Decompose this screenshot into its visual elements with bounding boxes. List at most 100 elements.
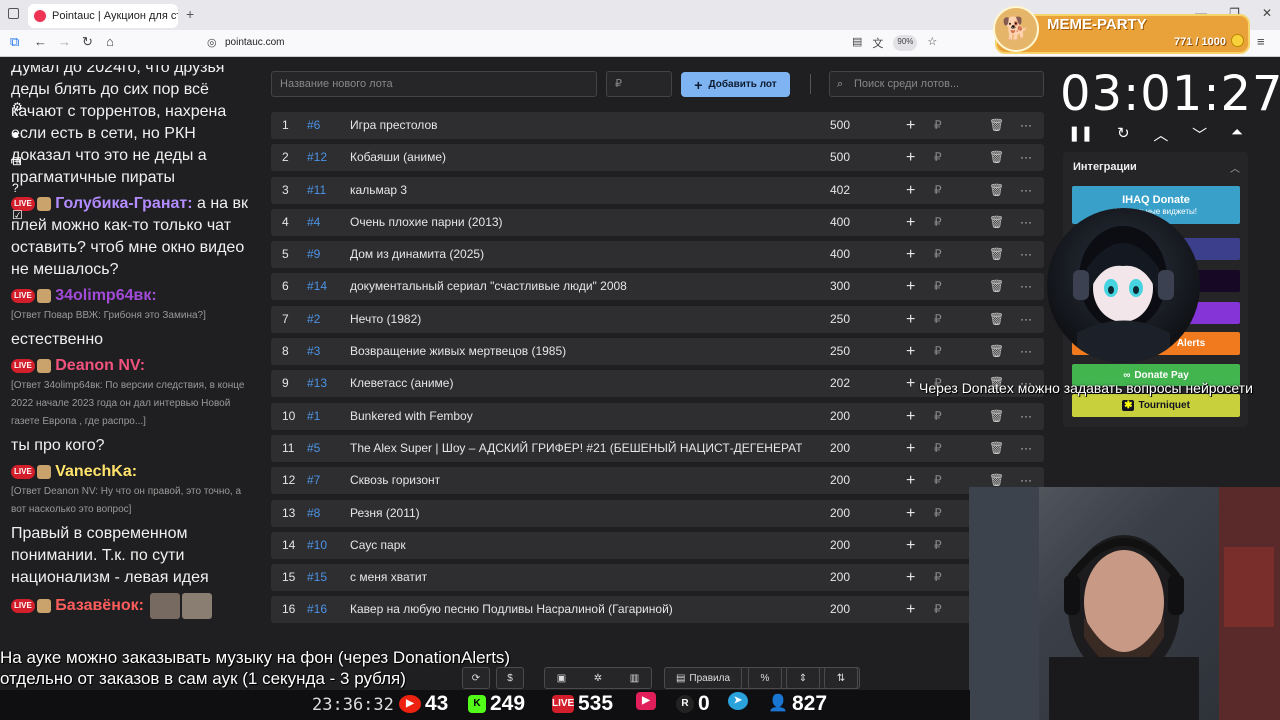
currency-icon[interactable]: ₽ <box>934 564 942 591</box>
more-options-icon[interactable]: ··· <box>1020 306 1032 333</box>
reader-view-icon[interactable]: ▤ <box>852 35 862 51</box>
lot-amount[interactable]: 200 <box>830 532 850 559</box>
more-options-icon[interactable]: ··· <box>1020 435 1032 462</box>
currency-icon[interactable]: ₽ <box>934 306 942 333</box>
site-info-icon[interactable]: ◎ <box>207 36 217 49</box>
delete-lot-icon[interactable]: 🗑 <box>989 306 1004 333</box>
lot-row[interactable]: 7 #2 Нечто (1982) 250 + ₽ 🗑 ··· <box>271 305 1044 333</box>
lot-name[interactable]: The Alex Super | Шоу – АДСКИЙ ГРИФЕР! #2… <box>350 435 802 462</box>
currency-icon[interactable]: ₽ <box>934 338 942 365</box>
lot-row[interactable]: 8 #3 Возвращение живых мертвецов (1985) 250… <box>271 338 1044 366</box>
sync-button[interactable]: ⟳ <box>462 667 490 689</box>
lot-row[interactable]: 5 #9 Дом из динамита (2025) 400 + ₽ 🗑 ··· <box>271 241 1044 269</box>
chat-username[interactable]: Базавёнок <box>55 597 138 614</box>
lot-row[interactable]: 3 #11 кальмар 3 402 + ₽ 🗑 ··· <box>271 176 1044 204</box>
lot-search-input[interactable]: ⌕ Поиск среди лотов... <box>829 71 1044 97</box>
lot-row[interactable]: 14#10Саус парк200+₽🗑··· <box>271 531 1044 559</box>
donate-button[interactable]: $ <box>496 667 524 689</box>
lot-id[interactable]: #4 <box>307 209 320 236</box>
more-options-icon[interactable]: ··· <box>1020 209 1032 236</box>
lot-id[interactable]: #7 <box>307 467 320 494</box>
chat-username[interactable]: Голубика-Гранат <box>55 195 187 212</box>
chat-username[interactable]: Deanon NV <box>55 357 139 374</box>
lot-amount[interactable]: 250 <box>830 306 850 333</box>
currency-icon[interactable]: ₽ <box>934 112 942 139</box>
more-options-icon[interactable]: ··· <box>1020 338 1032 365</box>
lot-amount[interactable]: 202 <box>830 370 850 397</box>
more-options-icon[interactable]: ··· <box>1020 144 1032 171</box>
chat-username[interactable]: VanechKa <box>55 463 131 480</box>
lot-id[interactable]: #2 <box>307 306 320 333</box>
lot-row[interactable]: 15#15с меня хватит200+₽🗑··· <box>271 564 1044 592</box>
lot-row[interactable]: 16 #16 Кавер на любую песню Подливы Насрал… <box>271 596 1044 624</box>
currency-icon[interactable]: ₽ <box>934 403 942 430</box>
add-amount-icon[interactable]: + <box>906 241 915 268</box>
more-options-icon[interactable]: ··· <box>1020 273 1032 300</box>
help-icon[interactable]: ? <box>12 181 23 195</box>
lot-id[interactable]: #3 <box>307 338 320 365</box>
lot-row[interactable]: 13#8Резня (2011)200+₽🗑··· <box>271 499 1044 527</box>
lot-row[interactable]: 1 #6 Игра престолов 500 + ₽ 🗑 ··· <box>271 112 1044 139</box>
currency-icon[interactable]: ₽ <box>934 596 942 623</box>
new-tab-icon[interactable]: + <box>186 6 194 22</box>
more-options-icon[interactable]: ··· <box>1020 241 1032 268</box>
delete-lot-icon[interactable]: 🗑 <box>989 144 1004 171</box>
lot-id[interactable]: #10 <box>307 532 327 559</box>
add-amount-icon[interactable]: + <box>906 370 915 397</box>
lot-name[interactable]: Резня (2011) <box>350 500 802 527</box>
delete-lot-icon[interactable]: 🗑 <box>989 403 1004 430</box>
currency-icon[interactable]: ₽ <box>934 209 942 236</box>
lot-id[interactable]: #9 <box>307 241 320 268</box>
back-icon[interactable]: ← <box>34 34 47 49</box>
lot-amount[interactable]: 500 <box>830 112 850 139</box>
delete-lot-icon[interactable]: 🗑 <box>989 112 1004 139</box>
lot-row[interactable]: 10 #1 Bunkered with Femboy 200 + ₽ 🗑 ··· <box>271 402 1044 430</box>
lot-amount[interactable]: 500 <box>830 144 850 171</box>
lot-amount[interactable]: 200 <box>830 403 850 430</box>
menu-icon[interactable]: ≡ <box>1257 34 1265 49</box>
lot-name[interactable]: Сквозь горизонт <box>350 467 802 494</box>
add-amount-icon[interactable]: + <box>906 403 915 430</box>
lot-amount[interactable]: 200 <box>830 500 850 527</box>
tourniquet-button[interactable]: ✱ Tourniquet <box>1072 394 1240 417</box>
lot-name[interactable]: документальный сериал "счастливые люди" … <box>350 273 802 300</box>
bookmark-star-icon[interactable]: ☆ <box>927 35 937 51</box>
delete-lot-icon[interactable]: 🗑 <box>989 435 1004 462</box>
lot-id[interactable]: #14 <box>307 273 327 300</box>
lot-amount[interactable]: 250 <box>830 338 850 365</box>
forward-icon[interactable]: → <box>58 34 71 49</box>
lot-amount[interactable]: 200 <box>830 435 850 462</box>
add-amount-icon[interactable]: + <box>906 435 915 462</box>
home-icon[interactable]: ⌂ <box>106 34 114 49</box>
url-bar[interactable]: pointauc.com <box>225 37 284 48</box>
percent-button[interactable]: % <box>748 667 782 689</box>
lot-name[interactable]: Саус парк <box>350 532 802 559</box>
lot-row[interactable]: 2 #12 Кобаяши (аниме) 500 + ₽ 🗑 ··· <box>271 144 1044 172</box>
lot-name[interactable]: Клеветасс (аниме) <box>350 370 802 397</box>
chevron-up-icon[interactable]: ︿ <box>1230 160 1240 175</box>
double-up-icon[interactable]: ⏶ <box>1231 124 1243 145</box>
reload-icon[interactable]: ↻ <box>82 34 93 50</box>
more-options-icon[interactable]: ··· <box>1020 403 1032 430</box>
lot-row[interactable]: 12 #7 Сквозь горизонт 200 + ₽ 🗑 ··· <box>271 467 1044 495</box>
settings-icon[interactable]: ⚙ <box>12 100 23 114</box>
add-amount-icon[interactable]: + <box>906 273 915 300</box>
lot-id[interactable]: #16 <box>307 596 327 623</box>
add-amount-icon[interactable]: + <box>906 177 915 204</box>
add-amount-icon[interactable]: + <box>906 564 915 591</box>
add-time-icon[interactable]: ︿ <box>1153 124 1168 145</box>
lot-name[interactable]: Кавер на любую песню Подливы Насралиной … <box>350 596 802 623</box>
lot-name-input[interactable]: Название нового лота <box>271 71 597 97</box>
lot-name[interactable]: Нечто (1982) <box>350 306 802 333</box>
more-options-icon[interactable]: ··· <box>1020 177 1032 204</box>
lot-amount[interactable]: 400 <box>830 241 850 268</box>
lot-row[interactable]: 4 #4 Очень плохие парни (2013) 400 + ₽ 🗑 ··· <box>271 208 1044 236</box>
lot-id[interactable]: #15 <box>307 564 327 591</box>
delete-lot-icon[interactable]: 🗑 <box>989 177 1004 204</box>
lot-id[interactable]: #8 <box>307 500 320 527</box>
split-button[interactable]: ⇕ <box>786 667 820 689</box>
zoom-level[interactable]: 90% <box>893 35 918 51</box>
lot-amount[interactable]: 400 <box>830 209 850 236</box>
lot-amount[interactable]: 300 <box>830 273 850 300</box>
lot-row[interactable]: 6 #14 документальный сериал "счастливые лю… <box>271 273 1044 301</box>
